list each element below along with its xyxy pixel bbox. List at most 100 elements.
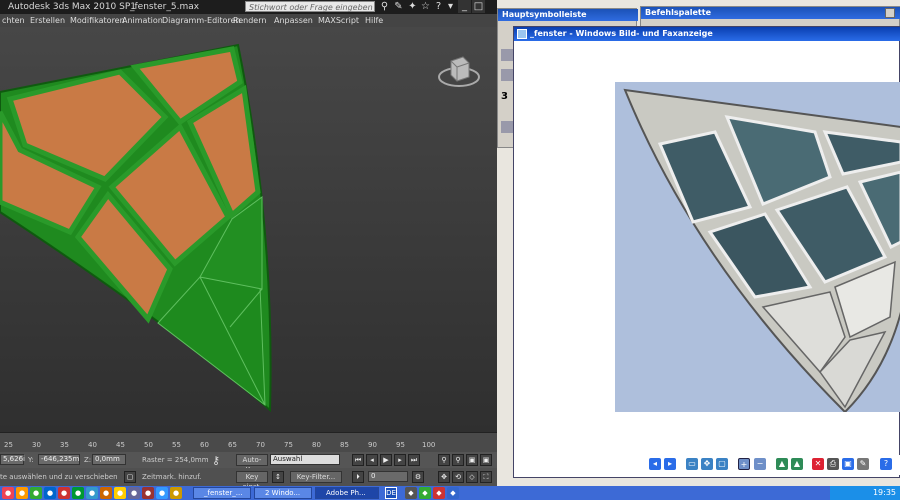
perspective-viewport[interactable] [0, 27, 497, 432]
menu-item[interactable]: Rendern [233, 14, 266, 27]
delete-icon[interactable]: ✕ [812, 458, 824, 470]
quicklaunch-icon[interactable]: ● [100, 487, 112, 499]
menu-item[interactable]: MAXScript [318, 14, 359, 27]
taskbar-button[interactable]: Adobe Ph... [315, 487, 379, 499]
close-icon[interactable] [885, 8, 895, 18]
quicklaunch-icon[interactable]: ● [170, 487, 182, 499]
quicklaunch-icon[interactable]: ● [114, 487, 126, 499]
best-fit-icon[interactable]: ▭ [686, 458, 698, 470]
key-icon[interactable]: ⚷ [212, 454, 220, 467]
tick-label: 55 [172, 441, 181, 449]
play-button[interactable]: ▶ [380, 454, 392, 466]
menu-item[interactable]: Erstellen [30, 14, 65, 27]
goto-end-button[interactable]: ⏭ [408, 454, 420, 466]
tray-icon[interactable]: ◆ [447, 487, 459, 499]
help-icon[interactable]: ? [880, 458, 892, 470]
minimize-icon[interactable]: _ [458, 0, 471, 13]
binoculars-icon[interactable]: ⚲ [378, 0, 391, 13]
satellite-icon[interactable]: ✦ [406, 0, 419, 13]
selection-dropdown[interactable]: Auswahl [270, 454, 340, 465]
set-key-button[interactable]: Key einst. [236, 471, 268, 491]
zoom-icon[interactable]: ⚲ [438, 454, 450, 466]
maximize-viewport-icon[interactable]: ⛶ [480, 471, 492, 483]
window-photo [615, 82, 900, 412]
taskbar-button[interactable]: 2 Windo... [254, 487, 312, 499]
quicklaunch-icon[interactable]: ● [86, 487, 98, 499]
zoom-extents-icon[interactable]: ▣ [466, 454, 478, 466]
quicklaunch-icon[interactable]: ● [44, 487, 56, 499]
z-coordinate-field[interactable]: 0,0mm [92, 454, 126, 465]
system-clock[interactable]: 19:35 [830, 486, 900, 500]
y-coordinate-field[interactable]: -646,235m [38, 454, 80, 465]
auto-key-button[interactable]: Auto-Key [236, 454, 268, 474]
time-slider-ruler[interactable]: 25 30 35 40 45 50 55 60 65 70 75 80 85 9… [0, 432, 497, 452]
field-of-view-icon[interactable]: ◇ [466, 471, 478, 483]
quicklaunch-icon[interactable]: ● [156, 487, 168, 499]
tick-label: 95 [396, 441, 405, 449]
menu-item[interactable]: Diagramm-Editoren [162, 14, 241, 27]
dropdown-icon[interactable]: ▾ [444, 0, 457, 13]
next-frame-button[interactable]: ▸ [394, 454, 406, 466]
tick-label: 90 [368, 441, 377, 449]
next-image-button[interactable]: ▸ [664, 458, 676, 470]
time-config-icon[interactable]: ⚙ [412, 471, 424, 483]
quicklaunch-icon[interactable]: ● [128, 487, 140, 499]
wrench-icon[interactable]: ✎ [392, 0, 405, 13]
quicklaunch-icon[interactable]: ● [72, 487, 84, 499]
fax-viewer-toolbar: ◂ ▸ ▭ ✥ ▢ + − ▲ ▲ ✕ ⎙ ▣ ✎ ? [514, 455, 900, 475]
toolbar-button-icon[interactable] [501, 49, 513, 61]
add-time-tag[interactable]: Zeitmark. hinzuf. [142, 473, 201, 481]
quicklaunch-icon[interactable]: ● [16, 487, 28, 499]
tray-icon[interactable]: ◆ [419, 487, 431, 499]
tray-icon[interactable]: ◆ [433, 487, 445, 499]
lock-icon[interactable]: ▢ [124, 471, 136, 483]
previous-image-button[interactable]: ◂ [649, 458, 661, 470]
fax-viewer-titlebar[interactable]: _fenster - Windows Bild- und Faxanzeige [514, 27, 900, 41]
current-frame-field[interactable]: 0 [368, 471, 408, 482]
key-mode-icon[interactable]: ↕ [272, 471, 284, 483]
quicklaunch-icon[interactable]: ● [58, 487, 70, 499]
zoom-out-icon[interactable]: − [754, 458, 766, 470]
print-icon[interactable]: ⎙ [827, 458, 839, 470]
key-filters-button[interactable]: Key-Filter... [290, 471, 342, 483]
menu-item[interactable]: chten [2, 14, 25, 27]
menu-item[interactable]: Modifikatoren [70, 14, 125, 27]
tick-label: 75 [284, 441, 293, 449]
slideshow-icon[interactable]: ▢ [716, 458, 728, 470]
pan-icon[interactable]: ✥ [438, 471, 450, 483]
language-indicator[interactable]: DE [385, 487, 397, 499]
triangle-window-photo [615, 82, 900, 412]
edit-icon[interactable]: ✎ [857, 458, 869, 470]
quicklaunch-icon[interactable]: ● [142, 487, 154, 499]
goto-start-button[interactable]: ⏮ [352, 454, 364, 466]
zoom-in-icon[interactable]: + [738, 458, 750, 470]
zoom-extents-all-icon[interactable]: ▣ [480, 454, 492, 466]
tray-icon[interactable]: ◆ [405, 487, 417, 499]
quicklaunch-icon[interactable]: ● [30, 487, 42, 499]
toolbar-button-icon[interactable] [501, 69, 513, 81]
maximize-icon[interactable]: □ [472, 0, 485, 13]
prev-frame-button[interactable]: ◂ [366, 454, 378, 466]
tick-label: 40 [88, 441, 97, 449]
grid-size-readout: Raster = 254,0mm [142, 456, 209, 464]
rotate-clockwise-icon[interactable]: ▲ [776, 458, 788, 470]
actual-size-icon[interactable]: ✥ [701, 458, 713, 470]
tick-label: 45 [116, 441, 125, 449]
rotate-counterclockwise-icon[interactable]: ▲ [791, 458, 803, 470]
taskbar-button[interactable]: _fenster_... [193, 487, 251, 499]
menu-item[interactable]: Animation [122, 14, 163, 27]
key-mode-toggle[interactable]: ⏵ [352, 471, 364, 483]
tick-label: 25 [4, 441, 13, 449]
quicklaunch-icon[interactable]: ● [2, 487, 14, 499]
zoom-all-icon[interactable]: ⚲ [452, 454, 464, 466]
orbit-icon[interactable]: ⟲ [452, 471, 464, 483]
x-coordinate-field[interactable]: 5,626i [0, 454, 25, 465]
menu-item[interactable]: Hilfe [365, 14, 383, 27]
menu-item[interactable]: Anpassen [274, 14, 313, 27]
star-icon[interactable]: ☆ [419, 0, 432, 13]
max-window: Autodesk 3ds Max 2010 SP1 _fenster_5.max… [0, 0, 497, 491]
viewcube-icon[interactable] [435, 49, 483, 97]
help-search-input[interactable]: Stichwort oder Frage eingeben [245, 1, 375, 12]
toolbar-button-icon[interactable] [501, 121, 513, 133]
save-copy-icon[interactable]: ▣ [842, 458, 854, 470]
